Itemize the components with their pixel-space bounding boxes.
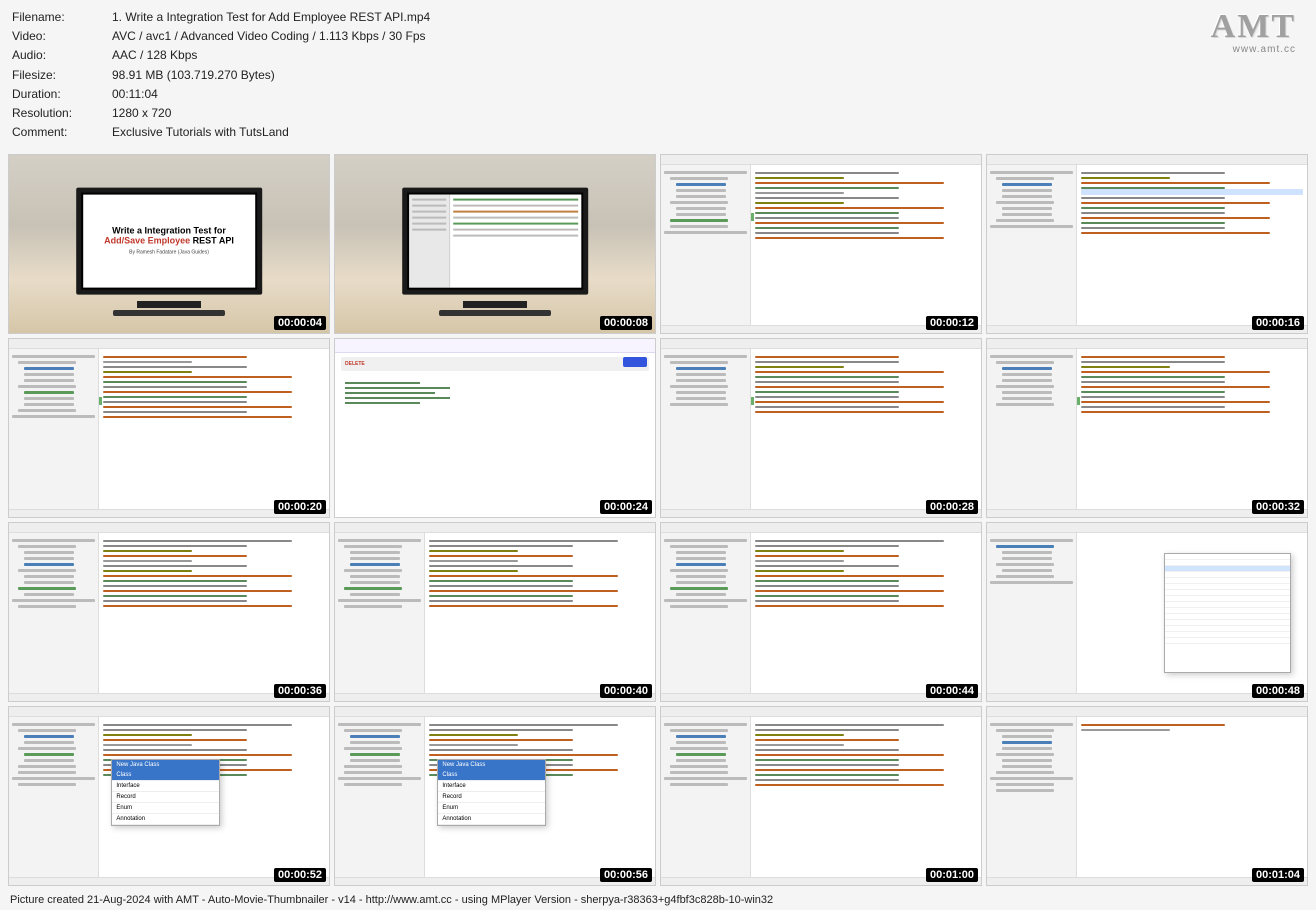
label-duration: Duration: bbox=[12, 85, 112, 104]
thumbnail-9: 00:00:36 bbox=[8, 522, 330, 702]
slide-title-line1: Write a Integration Test for bbox=[112, 226, 226, 236]
thumbnail-15: 00:01:00 bbox=[660, 706, 982, 886]
timestamp-1: 00:00:04 bbox=[274, 316, 326, 330]
timestamp-14: 00:00:56 bbox=[600, 868, 652, 882]
timestamp-7: 00:00:28 bbox=[926, 500, 978, 514]
timestamp-6: 00:00:24 bbox=[600, 500, 652, 514]
label-video: Video: bbox=[12, 27, 112, 46]
value-filesize: 98.91 MB (103.719.270 Bytes) bbox=[112, 66, 275, 85]
label-comment: Comment: bbox=[12, 123, 112, 142]
timestamp-16: 00:01:04 bbox=[1252, 868, 1304, 882]
http-method: DELETE bbox=[345, 361, 365, 367]
popup-title: New Java Class bbox=[438, 760, 545, 770]
popup-item-annotation[interactable]: Annotation bbox=[112, 814, 219, 825]
timestamp-13: 00:00:52 bbox=[274, 868, 326, 882]
popup-item-class[interactable]: Class bbox=[112, 770, 219, 781]
slide-author: By Ramesh Fadatare (Java Guides) bbox=[129, 250, 209, 256]
value-comment: Exclusive Tutorials with TutsLand bbox=[112, 123, 289, 142]
amt-logo: AMT www.amt.cc bbox=[1211, 8, 1296, 55]
timestamp-15: 00:01:00 bbox=[926, 868, 978, 882]
timestamp-2: 00:00:08 bbox=[600, 316, 652, 330]
footer-text: Picture created 21-Aug-2024 with AMT - A… bbox=[0, 890, 1316, 910]
thumbnail-14: New Java Class Class Interface Record En… bbox=[334, 706, 656, 886]
thumbnail-3: 00:00:12 bbox=[660, 154, 982, 334]
send-button[interactable] bbox=[623, 357, 647, 367]
value-filename: 1. Write a Integration Test for Add Empl… bbox=[112, 8, 430, 27]
value-video: AVC / avc1 / Advanced Video Coding / 1.1… bbox=[112, 27, 426, 46]
timestamp-8: 00:00:32 bbox=[1252, 500, 1304, 514]
popup-item-enum[interactable]: Enum bbox=[438, 803, 545, 814]
label-audio: Audio: bbox=[12, 46, 112, 65]
thumbnail-13: New Java Class Class Interface Record En… bbox=[8, 706, 330, 886]
popup-item-interface[interactable]: Interface bbox=[438, 781, 545, 792]
timestamp-4: 00:00:16 bbox=[1252, 316, 1304, 330]
value-audio: AAC / 128 Kbps bbox=[112, 46, 197, 65]
thumbnail-5: 00:00:20 bbox=[8, 338, 330, 518]
logo-text: AMT bbox=[1211, 8, 1296, 46]
thumbnail-6: DELETE 00:00:24 bbox=[334, 338, 656, 518]
thumbnail-16: 00:01:04 bbox=[986, 706, 1308, 886]
timestamp-11: 00:00:44 bbox=[926, 684, 978, 698]
thumbnail-10: 00:00:40 bbox=[334, 522, 656, 702]
timestamp-3: 00:00:12 bbox=[926, 316, 978, 330]
label-filename: Filename: bbox=[12, 8, 112, 27]
label-resolution: Resolution: bbox=[12, 104, 112, 123]
new-class-popup[interactable]: New Java Class Class Interface Record En… bbox=[437, 759, 546, 826]
popup-title: New Java Class bbox=[112, 760, 219, 770]
popup-item-class[interactable]: Class bbox=[438, 770, 545, 781]
thumbnail-1: Write a Integration Test for Add/Save Em… bbox=[8, 154, 330, 334]
thumbnail-12: 00:00:48 bbox=[986, 522, 1308, 702]
value-duration: 00:11:04 bbox=[112, 85, 158, 104]
label-filesize: Filesize: bbox=[12, 66, 112, 85]
context-menu[interactable] bbox=[1164, 553, 1291, 673]
thumbnail-grid: Write a Integration Test for Add/Save Em… bbox=[0, 150, 1316, 890]
timestamp-9: 00:00:36 bbox=[274, 684, 326, 698]
thumbnail-7: 00:00:28 bbox=[660, 338, 982, 518]
value-resolution: 1280 x 720 bbox=[112, 104, 171, 123]
metadata-header: Filename:1. Write a Integration Test for… bbox=[0, 0, 1316, 150]
timestamp-12: 00:00:48 bbox=[1252, 684, 1304, 698]
timestamp-10: 00:00:40 bbox=[600, 684, 652, 698]
popup-item-record[interactable]: Record bbox=[438, 792, 545, 803]
popup-item-enum[interactable]: Enum bbox=[112, 803, 219, 814]
slide-title-line2: Add/Save Employee REST API bbox=[104, 236, 234, 246]
popup-item-record[interactable]: Record bbox=[112, 792, 219, 803]
popup-item-annotation[interactable]: Annotation bbox=[438, 814, 545, 825]
thumbnail-2: 00:00:08 bbox=[334, 154, 656, 334]
new-class-popup[interactable]: New Java Class Class Interface Record En… bbox=[111, 759, 220, 826]
thumbnail-4: 00:00:16 bbox=[986, 154, 1308, 334]
thumbnail-11: 00:00:44 bbox=[660, 522, 982, 702]
thumbnail-8: 00:00:32 bbox=[986, 338, 1308, 518]
popup-item-interface[interactable]: Interface bbox=[112, 781, 219, 792]
timestamp-5: 00:00:20 bbox=[274, 500, 326, 514]
